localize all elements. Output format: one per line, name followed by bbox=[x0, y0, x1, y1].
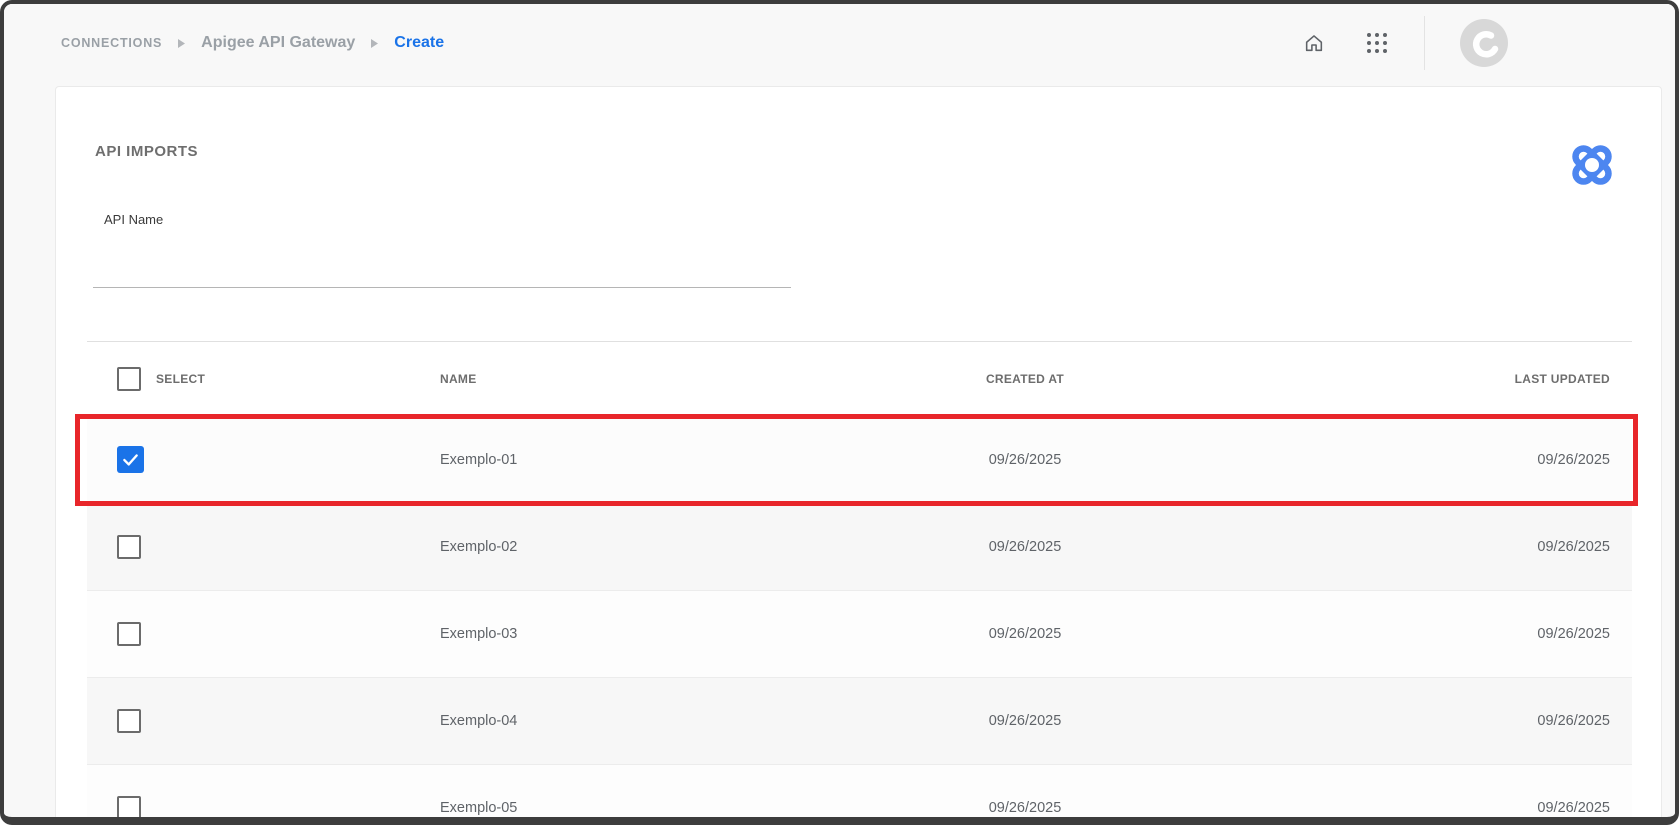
row-created-at: 09/26/2025 bbox=[855, 539, 1195, 555]
breadcrumb-create[interactable]: Create bbox=[394, 34, 444, 52]
chevron-right-icon bbox=[177, 38, 186, 49]
topbar-icons bbox=[1302, 4, 1508, 82]
row-checkbox-checked[interactable] bbox=[117, 446, 144, 473]
select-all-checkbox[interactable] bbox=[117, 367, 141, 391]
apps-grid-icon[interactable] bbox=[1365, 31, 1389, 55]
checkmark-icon bbox=[120, 449, 141, 470]
breadcrumb: CONNECTIONS Apigee API Gateway Create bbox=[61, 4, 444, 82]
table-row[interactable]: Exemplo-0109/26/202509/26/2025 bbox=[87, 416, 1632, 503]
top-bar: CONNECTIONS Apigee API Gateway Create bbox=[4, 4, 1675, 86]
row-checkbox[interactable] bbox=[117, 622, 141, 646]
row-last-updated: 09/26/2025 bbox=[1195, 626, 1632, 642]
row-last-updated: 09/26/2025 bbox=[1195, 800, 1632, 816]
api-imports-table: SELECT NAME CREATED AT LAST UPDATED Exem… bbox=[87, 341, 1632, 825]
row-created-at: 09/26/2025 bbox=[855, 800, 1195, 816]
breadcrumb-apigee-api-gateway[interactable]: Apigee API Gateway bbox=[201, 34, 355, 52]
breadcrumb-connections[interactable]: CONNECTIONS bbox=[61, 36, 162, 50]
chevron-right-icon bbox=[370, 38, 379, 49]
table-row[interactable]: Exemplo-0409/26/202509/26/2025 bbox=[87, 677, 1632, 764]
row-checkbox[interactable] bbox=[117, 535, 141, 559]
api-name-label: API Name bbox=[104, 212, 163, 227]
table-row[interactable]: Exemplo-0309/26/202509/26/2025 bbox=[87, 590, 1632, 677]
row-name: Exemplo-05 bbox=[440, 800, 855, 816]
header-created-at: CREATED AT bbox=[855, 372, 1195, 386]
api-imports-card: API IMPORTS API Name SELECT NAME CREATED… bbox=[55, 86, 1662, 825]
table-row[interactable]: Exemplo-0209/26/202509/26/2025 bbox=[87, 503, 1632, 590]
row-name: Exemplo-02 bbox=[440, 539, 855, 555]
row-created-at: 09/26/2025 bbox=[855, 713, 1195, 729]
api-name-input[interactable] bbox=[93, 247, 791, 288]
header-name: NAME bbox=[440, 372, 855, 386]
row-created-at: 09/26/2025 bbox=[855, 452, 1195, 468]
row-name: Exemplo-04 bbox=[440, 713, 855, 729]
home-icon[interactable] bbox=[1302, 31, 1326, 55]
row-last-updated: 09/26/2025 bbox=[1195, 539, 1632, 555]
header-last-updated: LAST UPDATED bbox=[1195, 372, 1632, 386]
row-checkbox[interactable] bbox=[117, 796, 141, 820]
apigee-logo-icon bbox=[1565, 138, 1619, 197]
page-title: API IMPORTS bbox=[95, 143, 198, 160]
row-last-updated: 09/26/2025 bbox=[1195, 452, 1632, 468]
topbar-divider bbox=[1424, 16, 1425, 70]
row-last-updated: 09/26/2025 bbox=[1195, 713, 1632, 729]
app-window: CONNECTIONS Apigee API Gateway Create bbox=[0, 0, 1679, 825]
row-checkbox[interactable] bbox=[117, 709, 141, 733]
account-avatar[interactable] bbox=[1460, 19, 1508, 67]
table-header-row: SELECT NAME CREATED AT LAST UPDATED bbox=[87, 342, 1632, 416]
table-body: Exemplo-0109/26/202509/26/2025Exemplo-02… bbox=[87, 416, 1632, 825]
header-select: SELECT bbox=[156, 372, 205, 386]
row-name: Exemplo-01 bbox=[440, 452, 855, 468]
row-name: Exemplo-03 bbox=[440, 626, 855, 642]
row-created-at: 09/26/2025 bbox=[855, 626, 1195, 642]
table-row[interactable]: Exemplo-0509/26/202509/26/2025 bbox=[87, 764, 1632, 825]
